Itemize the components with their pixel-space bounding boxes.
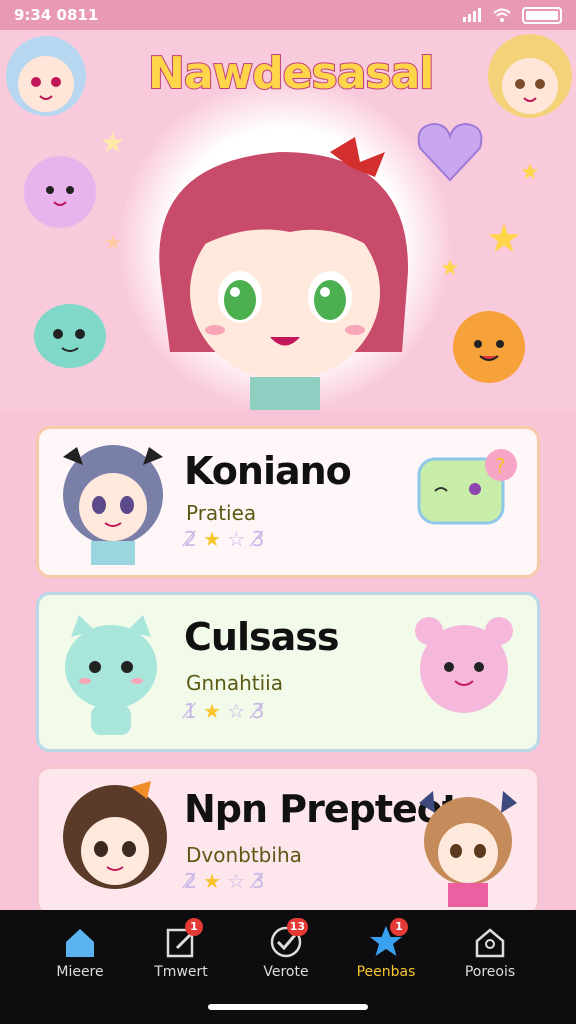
nav-tab-edit[interactable]: 1 Tmwert [131,918,231,980]
character-avatar-navy-bow [419,791,517,907]
battery-icon [522,6,562,24]
sparkle-icon: ★ [520,160,540,185]
nav-tab-home[interactable]: Mieere [30,924,130,980]
rating-stars: 1̸ ★ ☆ 3̸ [184,699,265,723]
home-icon [62,924,98,960]
main-character [159,137,409,410]
check-circle-icon: 13 [268,918,308,960]
sparkle-icon: ★ [104,230,122,254]
notification-badge: 13 [286,918,308,936]
sparkle-icon: ★ [100,126,126,159]
signal-icon [463,8,481,22]
character-avatar-blonde [488,34,572,118]
mascot-chat-bubble: ? [417,449,517,525]
notification-badge: 1 [185,918,203,936]
status-bar: 9:34 0811 [0,0,576,30]
card-subtitle: Dvonbtbiha [186,843,302,867]
card-title: Koniano [184,449,352,493]
character-avatar-brown [63,781,167,889]
sparkle-icon: ★ [486,216,522,262]
mascot-mint-cat [65,615,157,735]
mascot-green-blob [34,304,106,368]
nav-tab-favorites[interactable]: 1 Peenbas [336,918,436,980]
wifi-icon [493,8,511,22]
mascot-pink-bear [415,617,513,713]
character-avatar-gray [63,445,163,565]
mascot-orange-blob [453,311,525,383]
home-indicator[interactable] [208,1004,368,1010]
hero-banner: Nawdesasal ★ ★ ★ ★ ★ [0,30,576,410]
character-avatar-blue [6,36,86,116]
card-subtitle: Gnnahtiia [186,671,283,695]
rating-stars: 2̸ ★ ☆ 3̸ [184,527,265,551]
house-outline-icon [472,924,508,960]
star-icon: 1 [368,918,408,960]
edit-icon: 1 [163,918,203,960]
status-time: 9:34 0811 [14,6,99,24]
notification-badge: 1 [390,918,408,936]
card-subtitle: Pratiea [186,501,257,525]
card-title: Culsass [184,615,339,659]
svg-text:?: ? [495,454,506,478]
nav-tab-profile[interactable]: Poreois [440,924,540,980]
rating-stars: 2̸ ★ ☆ 3̸ [184,869,265,893]
character-card[interactable]: Npn Prepteot Dvonbtbiha 2̸ ★ ☆ 3̸ [36,766,540,916]
status-icons [462,6,562,24]
character-card[interactable]: Culsass Gnnahtiia 1̸ ★ ☆ 3̸ [36,592,540,752]
app-title: Nawdesasal [147,47,435,100]
sparkle-icon: ★ [440,256,460,281]
mascot-pink-fluff [24,156,96,228]
nav-tab-check[interactable]: 13 Verote [236,918,336,980]
character-card[interactable]: Koniano Pratiea 2̸ ★ ☆ 3̸ ? [36,426,540,578]
